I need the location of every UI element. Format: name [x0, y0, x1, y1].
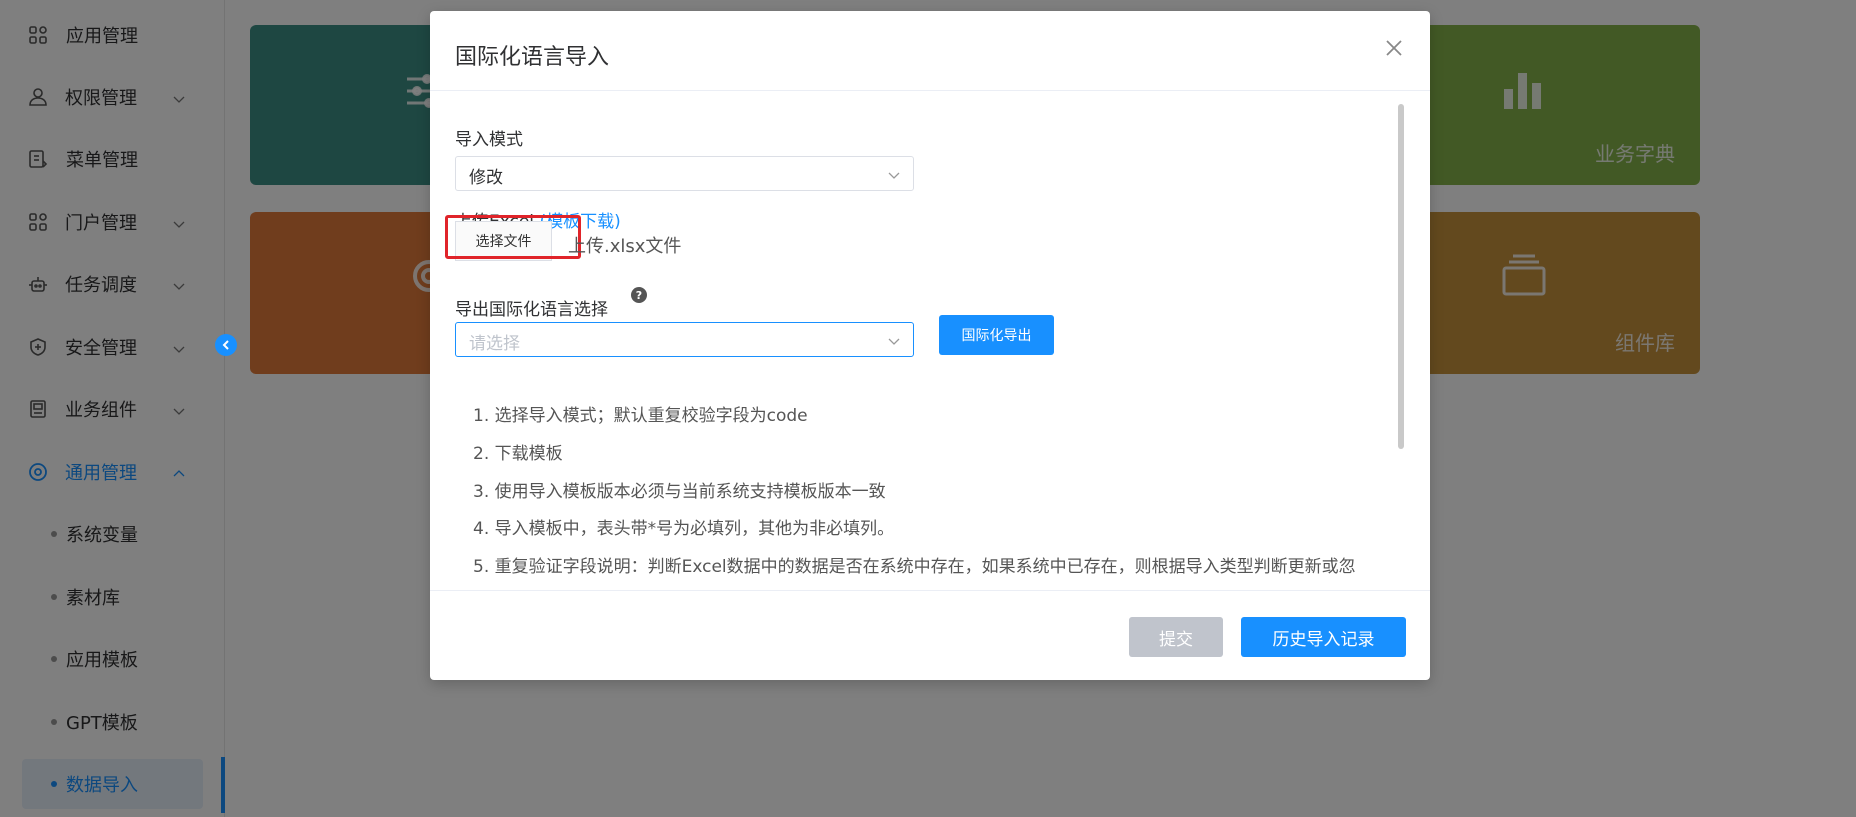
highlight-box: [445, 215, 581, 259]
import-history-button[interactable]: 历史导入记录: [1241, 617, 1406, 657]
import-dialog: 国际化语言导入 导入模式 修改 上传Excel (模板下载) 选择文件 上传.x…: [430, 11, 1430, 680]
chevron-down-icon: [887, 333, 901, 347]
instruction-item: 2. 下载模板: [473, 444, 563, 464]
instruction-item: 1. 选择导入模式；默认重复校验字段为code: [473, 406, 808, 426]
export-language-select[interactable]: 请选择: [455, 322, 914, 357]
dialog-title: 国际化语言导入: [455, 45, 610, 70]
dialog-footer: 提交 历史导入记录: [430, 590, 1430, 680]
chevron-down-icon: [887, 167, 901, 181]
scrollbar[interactable]: [1398, 104, 1404, 449]
import-mode-value: 修改: [469, 168, 503, 188]
i18n-export-button[interactable]: 国际化导出: [939, 315, 1054, 355]
import-mode-select[interactable]: 修改: [455, 156, 914, 191]
dialog-body: 导入模式 修改 上传Excel (模板下载) 选择文件 上传.xlsx文件 导出…: [430, 92, 1430, 590]
instruction-item: 3. 使用导入模板版本必须与当前系统支持模板版本一致: [473, 482, 886, 502]
submit-button[interactable]: 提交: [1129, 617, 1223, 657]
instruction-item: 4. 导入模板中，表头带*号为必填列，其他为非必填列。: [473, 519, 895, 539]
export-language-label: 导出国际化语言选择: [455, 300, 608, 320]
help-icon[interactable]: ?: [631, 287, 647, 303]
close-icon[interactable]: [1383, 37, 1405, 59]
import-mode-label: 导入模式: [455, 130, 523, 150]
collapse-sidebar-button[interactable]: [215, 334, 237, 356]
file-hint: 上传.xlsx文件: [568, 236, 682, 257]
export-language-placeholder: 请选择: [469, 334, 520, 354]
instruction-item: 5. 重复验证字段说明：判断Excel数据中的数据是否在系统中存在，如果系统中已…: [473, 557, 1356, 577]
dialog-header: 国际化语言导入: [430, 11, 1430, 91]
